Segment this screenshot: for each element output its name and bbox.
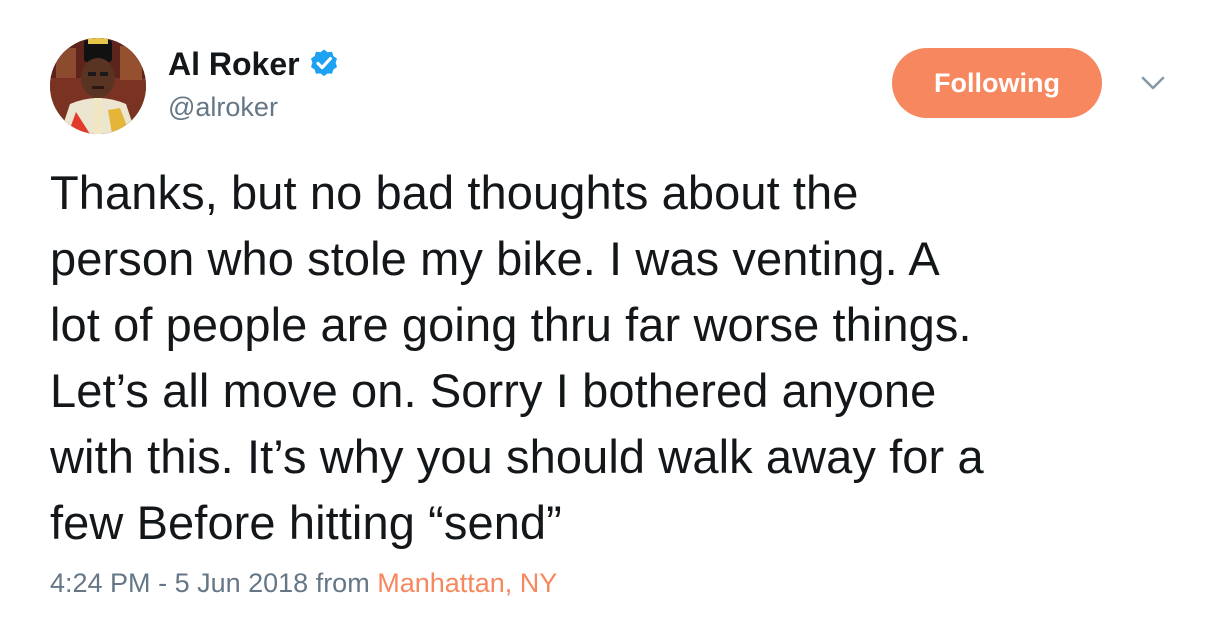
chevron-down-icon[interactable]	[1140, 74, 1166, 92]
avatar-image	[50, 38, 146, 134]
verified-badge-icon	[308, 48, 340, 80]
following-button[interactable]: Following	[892, 48, 1102, 118]
tweet-meta: 4:24 PM - 5 Jun 2018 from Manhattan, NY	[50, 568, 557, 599]
tweet-card: Al Roker @alroker Following Thanks, but …	[0, 0, 1214, 622]
tweet-time[interactable]: 4:24 PM	[50, 568, 151, 598]
author-name-row: Al Roker	[168, 44, 340, 84]
location-link[interactable]: Manhattan, NY	[377, 568, 557, 598]
tweet-date[interactable]: 5 Jun 2018	[175, 568, 309, 598]
display-name[interactable]: Al Roker	[168, 46, 300, 83]
tweet-text: Thanks, but no bad thoughts about the pe…	[50, 166, 984, 549]
meta-separator: -	[150, 568, 175, 598]
from-label: from	[308, 568, 378, 598]
user-handle[interactable]: @alroker	[168, 92, 278, 123]
avatar[interactable]	[50, 38, 146, 134]
